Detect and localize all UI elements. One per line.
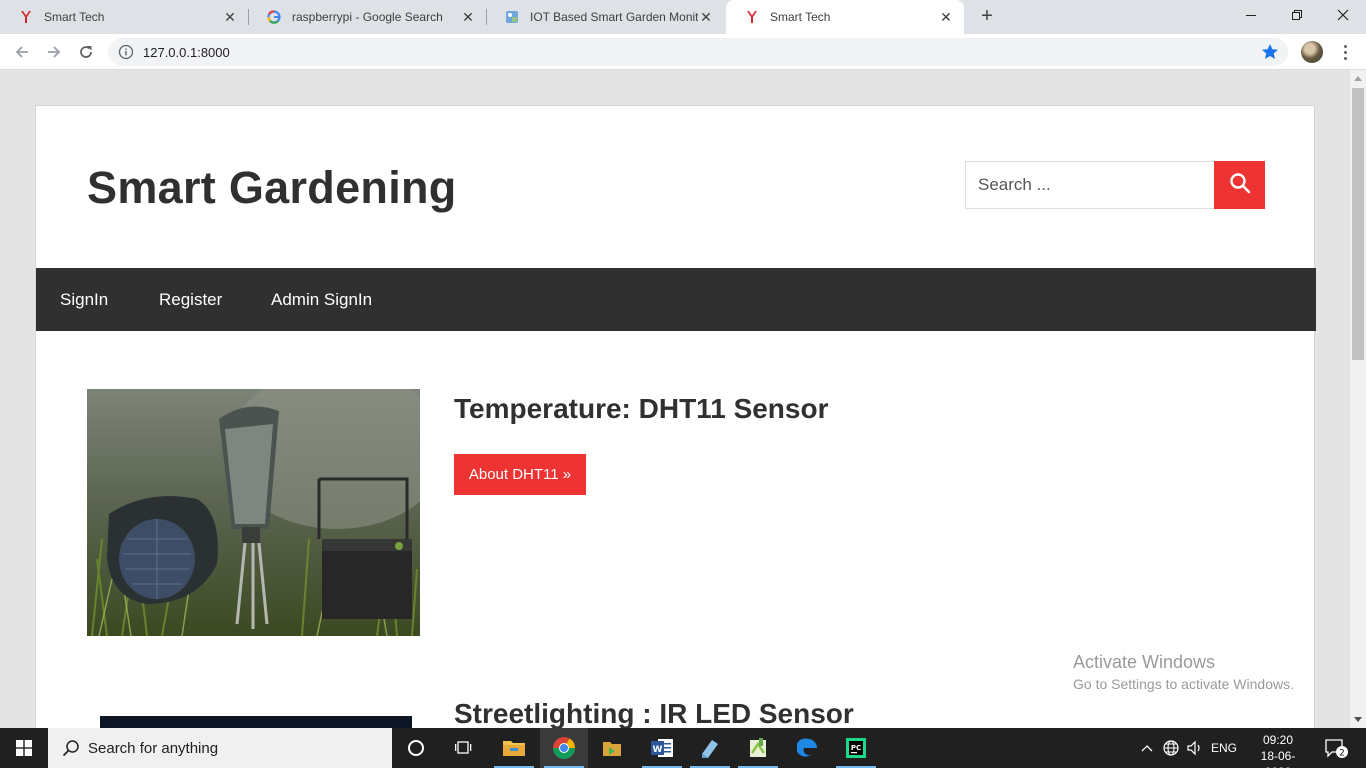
activate-windows-watermark: Activate Windows Go to Settings to activ… <box>1073 652 1294 692</box>
page-viewport: Smart Gardening SignIn Register Admin Si… <box>0 70 1350 728</box>
post-title-streetlighting[interactable]: Streetlighting : IR LED Sensor <box>454 698 854 728</box>
post-title-dht11[interactable]: Temperature: DHT11 Sensor <box>454 393 829 425</box>
url-text[interactable]: 127.0.0.1:8000 <box>143 45 230 60</box>
cortana-icon[interactable] <box>392 728 440 768</box>
file-manager-icon[interactable] <box>588 728 636 768</box>
site-title[interactable]: Smart Gardening <box>87 162 457 214</box>
file-explorer-icon[interactable] <box>490 728 538 768</box>
clock-time: 09:20 <box>1262 733 1294 747</box>
pycharm-icon[interactable]: PC <box>832 728 880 768</box>
tab-label: Smart Tech <box>770 10 831 24</box>
volume-icon[interactable] <box>1184 728 1206 768</box>
system-clock[interactable]: 09:20 18-06-2020 <box>1248 732 1308 768</box>
search-icon <box>62 739 80 757</box>
yahoo-y-icon <box>744 9 760 25</box>
windows-taskbar: Search for anything W PC ENG 09:20 18-06… <box>0 728 1366 768</box>
close-tab-icon[interactable]: ✕ <box>460 9 476 25</box>
post-thumbnail-streetlighting[interactable] <box>100 716 412 728</box>
nav-admin-signin[interactable]: Admin SignIn <box>271 290 372 310</box>
tab-label: raspberrypi - Google Search <box>292 10 443 24</box>
svg-text:W: W <box>653 745 663 755</box>
tab-label: IOT Based Smart Garden Monitor <box>530 10 698 24</box>
back-arrow-icon[interactable] <box>8 38 36 66</box>
forward-arrow-icon[interactable] <box>40 38 68 66</box>
new-tab-icon[interactable]: + <box>976 5 998 29</box>
svg-text:PC: PC <box>851 744 861 752</box>
page-container: Smart Gardening SignIn Register Admin Si… <box>35 105 1316 728</box>
reload-icon[interactable] <box>72 38 100 66</box>
notes-app-icon[interactable] <box>686 728 734 768</box>
word-icon[interactable]: W <box>638 728 686 768</box>
scrollbar-thumb[interactable] <box>1352 88 1364 360</box>
notification-count: 2 <box>1339 749 1345 759</box>
search-icon <box>1229 172 1251 199</box>
edge-icon[interactable] <box>784 728 832 768</box>
nav-signin[interactable]: SignIn <box>60 290 108 310</box>
browser-toolbar: 127.0.0.1:8000 <box>0 34 1366 70</box>
search-input[interactable] <box>965 161 1215 209</box>
nav-register[interactable]: Register <box>159 290 222 310</box>
close-tab-icon[interactable]: ✕ <box>698 9 714 25</box>
tab-strip: Smart Tech ✕ raspberrypi - Google Search… <box>0 0 1366 34</box>
yahoo-y-icon <box>18 9 34 25</box>
tab-smart-tech-1[interactable]: Smart Tech ✕ <box>0 0 248 34</box>
garden-favicon-icon <box>504 9 520 25</box>
close-tab-icon[interactable]: ✕ <box>938 9 954 25</box>
about-dht11-button[interactable]: About DHT11 » <box>454 454 586 495</box>
profile-avatar[interactable] <box>1301 41 1323 63</box>
search-button[interactable] <box>1214 161 1265 209</box>
tab-label: Smart Tech <box>44 10 105 24</box>
chrome-icon[interactable] <box>540 728 588 768</box>
tab-iot-garden[interactable]: IOT Based Smart Garden Monitor ✕ <box>486 0 724 34</box>
minimize-icon[interactable] <box>1228 0 1274 30</box>
scroll-up-arrow-icon[interactable] <box>1354 76 1362 81</box>
address-bar[interactable]: 127.0.0.1:8000 <box>108 38 1288 66</box>
clock-date: 18-06-2020 <box>1260 749 1296 768</box>
post-thumbnail-garden-sensors[interactable] <box>87 389 420 636</box>
language-indicator[interactable]: ENG <box>1208 728 1240 768</box>
notepad-plus-icon[interactable] <box>734 728 782 768</box>
watermark-line2: Go to Settings to activate Windows. <box>1073 676 1294 692</box>
task-view-icon[interactable] <box>440 728 488 768</box>
windows-start-icon[interactable] <box>0 728 48 768</box>
scroll-down-arrow-icon[interactable] <box>1354 717 1362 722</box>
info-icon[interactable] <box>118 44 134 60</box>
taskbar-search-box[interactable]: Search for anything <box>48 728 392 768</box>
main-navigation: SignIn Register Admin SignIn <box>36 268 1316 331</box>
page-scrollbar[interactable] <box>1350 70 1366 728</box>
notification-center-icon[interactable]: 2 <box>1318 728 1354 768</box>
watermark-line1: Activate Windows <box>1073 652 1216 672</box>
tab-smart-tech-active[interactable]: Smart Tech ✕ <box>726 0 964 34</box>
browser-menu-icon[interactable] <box>1335 42 1355 62</box>
close-tab-icon[interactable]: ✕ <box>222 9 238 25</box>
restore-icon[interactable] <box>1274 0 1320 30</box>
chevron-up-icon[interactable] <box>1138 728 1156 768</box>
network-globe-icon[interactable] <box>1160 728 1182 768</box>
bookmark-star-icon[interactable] <box>1260 42 1280 62</box>
tab-google-search[interactable]: raspberrypi - Google Search ✕ <box>248 0 486 34</box>
google-g-icon <box>266 9 282 25</box>
close-window-icon[interactable] <box>1320 0 1366 30</box>
taskbar-search-placeholder: Search for anything <box>88 739 219 757</box>
